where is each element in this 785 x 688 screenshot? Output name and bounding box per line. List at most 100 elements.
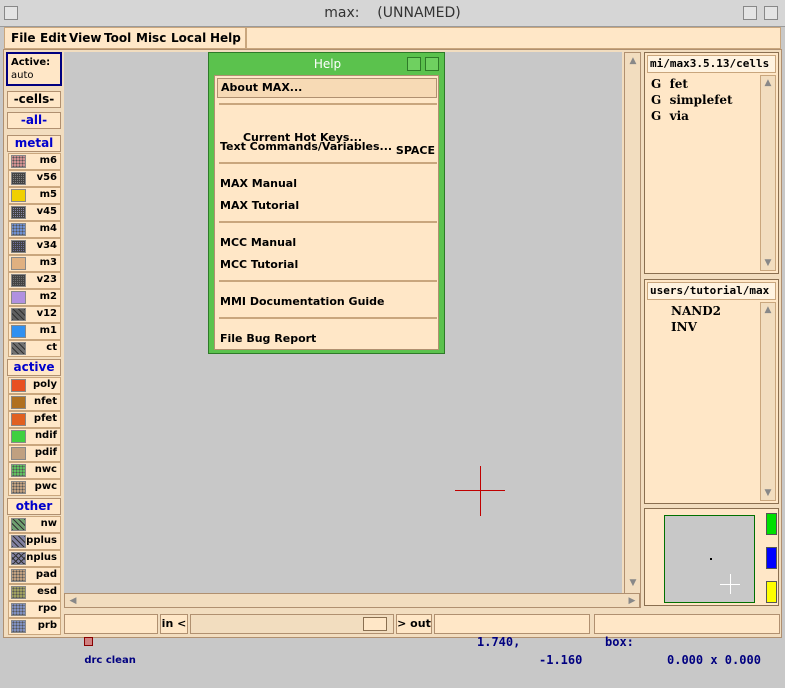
layer-rpo[interactable]: rpo (8, 601, 61, 618)
library-scrollbar[interactable]: ▲ ▼ (760, 75, 776, 271)
layer-m1[interactable]: m1 (8, 323, 61, 340)
menu-separator (219, 280, 437, 282)
layer-swatch-icon (11, 586, 26, 599)
layer-m4[interactable]: m4 (8, 221, 61, 238)
scroll-up-arrow-icon[interactable]: ▲ (626, 54, 640, 68)
user-scroll-down-icon[interactable]: ▼ (761, 486, 775, 500)
library-item[interactable]: G via (651, 109, 689, 123)
layer-prb[interactable]: prb (8, 618, 61, 635)
menu-item-mmi-documentation[interactable]: MMI Documentation Guide (220, 295, 385, 308)
layer-nw[interactable]: nw (8, 516, 61, 533)
layer-pfet[interactable]: pfet (8, 411, 61, 428)
layer-pwc[interactable]: pwc (8, 479, 61, 496)
user-item[interactable]: NAND2 (671, 304, 721, 318)
drc-status-text: drc clean (84, 655, 136, 666)
library-item[interactable]: G fet (651, 77, 688, 91)
maximize-button[interactable] (764, 6, 778, 20)
layer-ct[interactable]: ct (8, 340, 61, 357)
layer-v45[interactable]: v45 (8, 204, 61, 221)
zoom-slider-handle[interactable] (363, 617, 387, 631)
cursor-crosshair-vertical (480, 466, 481, 516)
layer-nplus[interactable]: nplus (8, 550, 61, 567)
scroll-left-arrow-icon[interactable]: ◀ (66, 594, 80, 608)
zoom-in-button[interactable]: in < (160, 614, 188, 634)
layer-v34[interactable]: v34 (8, 238, 61, 255)
library-item[interactable]: G simplefet (651, 93, 733, 107)
layer-group-active[interactable]: active (7, 359, 61, 376)
layer-nwc[interactable]: nwc (8, 462, 61, 479)
layer-label: nwc (34, 464, 57, 475)
minimap-cursor-v (730, 574, 731, 594)
layer-group-metal[interactable]: metal (7, 135, 61, 152)
layer-m6[interactable]: m6 (8, 153, 61, 170)
active-layer-box[interactable]: Active: auto (6, 52, 62, 86)
scroll-down-arrow-icon[interactable]: ▼ (626, 576, 640, 590)
layer-label: rpo (38, 603, 57, 614)
layer-v12[interactable]: v12 (8, 306, 61, 323)
menu-edit[interactable]: Edit (40, 31, 67, 45)
layer-swatch-icon (11, 535, 26, 548)
menu-separator (219, 162, 437, 164)
user-scroll-up-icon[interactable]: ▲ (761, 303, 775, 317)
layer-pad[interactable]: pad (8, 567, 61, 584)
layer-ndif[interactable]: ndif (8, 428, 61, 445)
all-button[interactable]: -all- (7, 112, 61, 129)
layer-poly[interactable]: poly (8, 377, 61, 394)
layer-swatch-icon (11, 325, 26, 338)
library-scroll-up-icon[interactable]: ▲ (761, 76, 775, 90)
dialog-minimize-button[interactable] (407, 57, 421, 71)
menu-misc[interactable]: Misc (136, 31, 166, 45)
menu-file[interactable]: File (11, 31, 36, 45)
drc-checkbox-icon[interactable] (84, 637, 94, 646)
minimap-viewport[interactable] (664, 515, 755, 603)
scroll-right-arrow-icon[interactable]: ▶ (625, 594, 639, 608)
layer-m5[interactable]: m5 (8, 187, 61, 204)
menu-view[interactable]: View (69, 31, 101, 45)
zoom-out-button[interactable]: > out (396, 614, 432, 634)
layer-label: v45 (36, 206, 57, 217)
layer-label: pdif (34, 447, 57, 458)
cells-button[interactable]: -cells- (7, 91, 61, 108)
layer-v23[interactable]: v23 (8, 272, 61, 289)
user-scrollbar[interactable]: ▲ ▼ (760, 302, 776, 501)
menu-item-mcc-manual[interactable]: MCC Manual (220, 236, 296, 249)
layer-m3[interactable]: m3 (8, 255, 61, 272)
menu-item-mcc-tutorial[interactable]: MCC Tutorial (220, 258, 298, 271)
layer-label: nw (40, 518, 57, 529)
menu-item-max-tutorial[interactable]: MAX Tutorial (220, 199, 299, 212)
user-item[interactable]: INV (671, 320, 697, 334)
layer-pplus[interactable]: pplus (8, 533, 61, 550)
indicator-green (766, 513, 777, 535)
menu-local[interactable]: Local (171, 31, 206, 45)
layer-label: pwc (34, 481, 57, 492)
library-scroll-down-icon[interactable]: ▼ (761, 256, 775, 270)
minimap-origin-dot (710, 558, 712, 560)
layer-group-other[interactable]: other (7, 498, 61, 515)
minimize-button[interactable] (743, 6, 757, 20)
menu-item-about-max[interactable]: About MAX... (217, 78, 437, 98)
canvas-vertical-scrollbar[interactable]: ▲ ▼ (624, 52, 641, 608)
menu-item-text-commands[interactable]: Text Commands/Variables... (220, 140, 392, 153)
layer-swatch-icon (11, 274, 26, 287)
canvas-horizontal-scrollbar[interactable]: ◀ ▶ (64, 593, 640, 608)
menu-help[interactable]: Help (210, 31, 241, 45)
layer-label: m6 (39, 155, 57, 166)
library-cells-panel: mi/max3.5.13/cells ▲ ▼ G fet G simplefet… (644, 52, 779, 274)
layer-m2[interactable]: m2 (8, 289, 61, 306)
box-value: 0.000 x 0.000 (667, 653, 761, 667)
layer-pdif[interactable]: pdif (8, 445, 61, 462)
menu-tool[interactable]: Tool (104, 31, 131, 45)
layer-nfet[interactable]: nfet (8, 394, 61, 411)
layer-v56[interactable]: v56 (8, 170, 61, 187)
layer-esd[interactable]: esd (8, 584, 61, 601)
layer-label: m3 (39, 257, 57, 268)
menu-item-max-manual[interactable]: MAX Manual (220, 177, 297, 190)
dialog-maximize-button[interactable] (425, 57, 439, 71)
overview-minimap[interactable] (644, 508, 779, 606)
menu-item-file-bug-report[interactable]: File Bug Report (220, 332, 316, 345)
layer-swatch-icon (11, 396, 26, 409)
coord-x: 1.740, (477, 635, 521, 649)
drc-status[interactable]: drc clean (64, 614, 158, 666)
layer-swatch-icon (11, 481, 26, 494)
zoom-slider[interactable] (190, 614, 394, 634)
